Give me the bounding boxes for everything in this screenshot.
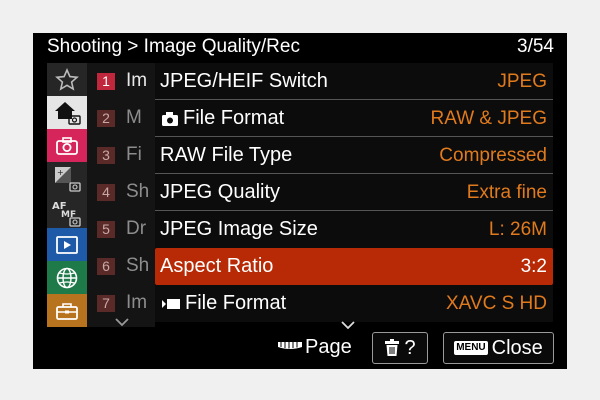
close-button[interactable]: MENU Close	[443, 332, 554, 364]
exposure-camera-icon[interactable]: +	[47, 162, 87, 195]
menu-button-tag: MENU	[454, 341, 488, 355]
menu-item-aspect-ratio[interactable]: Aspect Ratio 3:2	[155, 248, 553, 285]
trash-icon	[385, 339, 400, 356]
subtab-label: Sh	[126, 255, 150, 276]
breadcrumb: Shooting > Image Quality/Rec	[47, 36, 300, 57]
sidebar: + AF MF	[47, 63, 87, 327]
page-hint[interactable]: Page	[277, 335, 352, 359]
subtab-number: 1	[97, 73, 115, 90]
control-dial-icon	[278, 342, 302, 349]
camera-menu-screen: Shooting > Image Quality/Rec 3/54 + AF MF	[33, 33, 567, 369]
still-camera-icon	[162, 111, 178, 126]
bottom-bar: Page ? MENU Close	[33, 329, 567, 369]
menu-item-value: JPEG	[497, 71, 547, 92]
subtab-4[interactable]: 4 Sh	[87, 174, 155, 211]
subtab-6[interactable]: 6 Sh	[87, 248, 155, 285]
menu-item-label: File Format	[183, 107, 285, 129]
menu-item-label: RAW File Type	[160, 144, 293, 166]
subtab-label: M	[126, 107, 142, 128]
help-label: ?	[404, 336, 416, 359]
menu-item-value: 3:2	[520, 256, 547, 277]
subtab-label: Fi	[126, 144, 142, 165]
menu-item-value: Extra fine	[466, 182, 547, 203]
close-label: Close	[491, 336, 543, 359]
subtab-1[interactable]: 1 Im	[87, 63, 155, 100]
camera-icon[interactable]	[47, 129, 87, 162]
menu-item-value: L: 26M	[488, 219, 547, 240]
star-icon[interactable]	[47, 63, 87, 96]
subtab-7[interactable]: 7 Im	[87, 285, 155, 322]
menu-item-jpeg-image-size[interactable]: JPEG Image Size L: 26M	[155, 211, 553, 248]
svg-text:+: +	[57, 168, 64, 177]
menu-item-file-format-movie[interactable]: File Format XAVC S HD	[155, 285, 553, 322]
subtab-label: Dr	[126, 218, 147, 239]
menu-item-value: Compressed	[439, 145, 547, 166]
menu-item-jpeg-heif-switch[interactable]: JPEG/HEIF Switch JPEG	[155, 63, 553, 100]
home-camera-icon[interactable]	[47, 96, 87, 129]
toolbox-icon[interactable]	[47, 294, 87, 327]
delete-help-button[interactable]: ?	[372, 332, 428, 364]
subtab-2[interactable]: 2 M	[87, 100, 155, 137]
subtab-number: 6	[97, 258, 115, 275]
page-label: Page	[305, 336, 352, 358]
network-globe-icon[interactable]	[47, 261, 87, 294]
page-indicator: 3/54	[517, 36, 554, 57]
af-mf-icon[interactable]: AF MF	[47, 195, 87, 228]
subtab-number: 3	[97, 147, 115, 164]
menu-item-label: JPEG Quality	[160, 181, 281, 203]
subtab-label: Im	[126, 292, 148, 313]
menu-item-label: JPEG Image Size	[160, 218, 318, 240]
playback-icon[interactable]	[47, 228, 87, 261]
menu-item-value: RAW & JPEG	[430, 108, 547, 129]
subtab-3[interactable]: 3 Fi	[87, 137, 155, 174]
subtab-label: Sh	[126, 181, 150, 202]
menu-item-file-format-still[interactable]: File Format RAW & JPEG	[155, 100, 553, 137]
menu-item-raw-file-type[interactable]: RAW File Type Compressed	[155, 137, 553, 174]
chevron-down-icon	[115, 318, 129, 327]
movie-icon	[162, 298, 180, 309]
menu-item-jpeg-quality[interactable]: JPEG Quality Extra fine	[155, 174, 553, 211]
subtab-number: 5	[97, 221, 115, 238]
subtab-label: Im	[126, 70, 148, 91]
menu-item-label: Aspect Ratio	[160, 255, 274, 277]
subtab-number: 2	[97, 110, 115, 127]
subtab-list: 1 Im 2 M 3 Fi 4 Sh 5 Dr 6 Sh 7 Im	[87, 63, 155, 327]
subtab-number: 7	[97, 295, 115, 312]
menu-item-value: XAVC S HD	[445, 293, 547, 314]
subtab-5[interactable]: 5 Dr	[87, 211, 155, 248]
subtab-number: 4	[97, 184, 115, 201]
menu-item-label: File Format	[185, 292, 287, 314]
menu-item-label: JPEG/HEIF Switch	[160, 70, 328, 92]
